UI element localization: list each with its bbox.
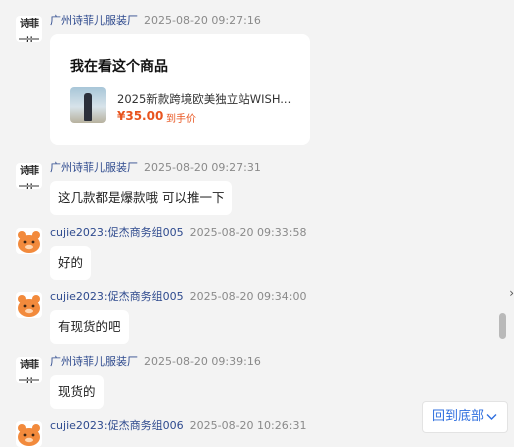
message-time: 2025-08-20 09:33:58 [189,226,307,239]
message-meta: cujie2023:促杰商务组006 2025-08-20 10:26:31 [50,417,306,433]
sender-name[interactable]: cujie2023:促杰商务组006 [50,419,184,432]
message-bubble[interactable]: 现货的 [50,375,104,409]
message-bubble[interactable]: 这几款都是爆款哦 可以推一下 [50,181,233,215]
product-price-note: 到手价 [166,114,196,125]
user-avatar[interactable] [16,228,42,254]
sender-name[interactable]: 广州诗菲儿服装厂 [50,14,138,27]
product-price: ¥35.00 [117,109,164,123]
chevron-down-icon [486,414,497,420]
product-description[interactable]: 2025新款跨境欧美独立站WISH... [117,91,297,107]
sender-name[interactable]: cujie2023:促杰商务组005 [50,290,184,303]
sender-name[interactable]: 广州诗菲儿服装厂 [50,355,138,368]
product-card[interactable]: 我在看这个商品 2025新款跨境欧美独立站WISH... ¥35.00 到手价 [50,34,310,145]
message-meta: cujie2023:促杰商务组005 2025-08-20 09:34:00 [50,288,306,304]
message-time: 2025-08-20 09:39:16 [144,355,261,368]
user-avatar-icon [18,231,40,253]
message-meta: cujie2023:促杰商务组005 2025-08-20 09:33:58 [50,224,306,240]
message-meta: 广州诗菲儿服装厂 2025-08-20 09:39:16 [50,353,261,369]
message-time: 2025-08-20 10:26:31 [189,419,307,432]
user-avatar-icon [18,295,40,317]
sender-name[interactable]: 广州诗菲儿服装厂 [50,161,138,174]
shop-avatar[interactable]: 诗菲儿 [16,16,42,42]
scrollbar-thumb[interactable] [499,313,506,339]
shop-avatar[interactable]: 诗菲儿 [16,357,42,383]
sender-name[interactable]: cujie2023:促杰商务组005 [50,226,184,239]
shop-avatar[interactable]: 诗菲儿 [16,163,42,189]
back-to-bottom-button[interactable]: 回到底部 [422,401,508,433]
chevron-right-icon[interactable]: › [509,286,514,300]
message-meta: 广州诗菲儿服装厂 2025-08-20 09:27:31 [50,159,261,175]
message-time: 2025-08-20 09:27:31 [144,161,261,174]
message-time: 2025-08-20 09:27:16 [144,14,261,27]
product-card-title: 我在看这个商品 [70,59,168,75]
chat-message-list: 诗菲儿 广州诗菲儿服装厂 2025-08-20 09:27:16 我在看这个商品 … [0,0,514,447]
product-thumbnail[interactable] [70,87,106,123]
message-bubble[interactable]: 有现货的吧 [50,310,129,344]
message-meta: 广州诗菲儿服装厂 2025-08-20 09:27:16 [50,12,261,28]
user-avatar[interactable] [16,292,42,318]
user-avatar[interactable] [16,421,42,447]
user-avatar-icon [18,424,40,446]
message-time: 2025-08-20 09:34:00 [189,290,307,303]
back-to-bottom-label: 回到底部 [432,409,485,424]
message-bubble[interactable]: 好的 [50,246,92,280]
